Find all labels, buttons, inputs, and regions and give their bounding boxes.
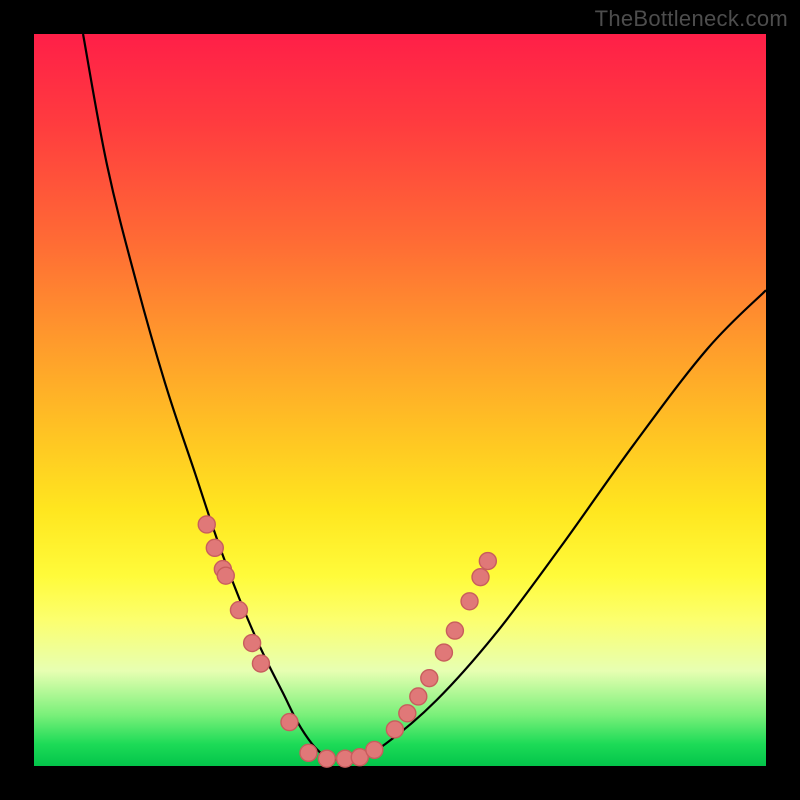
data-dot xyxy=(446,622,463,639)
data-dots xyxy=(198,516,496,767)
data-dot xyxy=(410,688,427,705)
plot-area xyxy=(34,34,766,766)
data-dot xyxy=(366,741,383,758)
data-dot xyxy=(435,644,452,661)
data-dot xyxy=(479,553,496,570)
data-dot xyxy=(244,635,261,652)
data-dot xyxy=(252,655,269,672)
data-dot xyxy=(386,721,403,738)
data-dot xyxy=(472,569,489,586)
data-dot xyxy=(318,750,335,767)
data-dot xyxy=(230,602,247,619)
chart-stage: TheBottleneck.com xyxy=(0,0,800,800)
watermark-text: TheBottleneck.com xyxy=(595,6,788,32)
data-dot xyxy=(206,539,223,556)
curve-right-branch xyxy=(327,290,766,760)
data-dot xyxy=(421,670,438,687)
data-dot xyxy=(217,567,234,584)
data-dot xyxy=(281,714,298,731)
data-dot xyxy=(461,593,478,610)
data-dot xyxy=(399,705,416,722)
data-dot xyxy=(300,744,317,761)
curve-left-branch xyxy=(83,34,327,759)
curve-svg xyxy=(34,34,766,766)
data-dot xyxy=(198,516,215,533)
